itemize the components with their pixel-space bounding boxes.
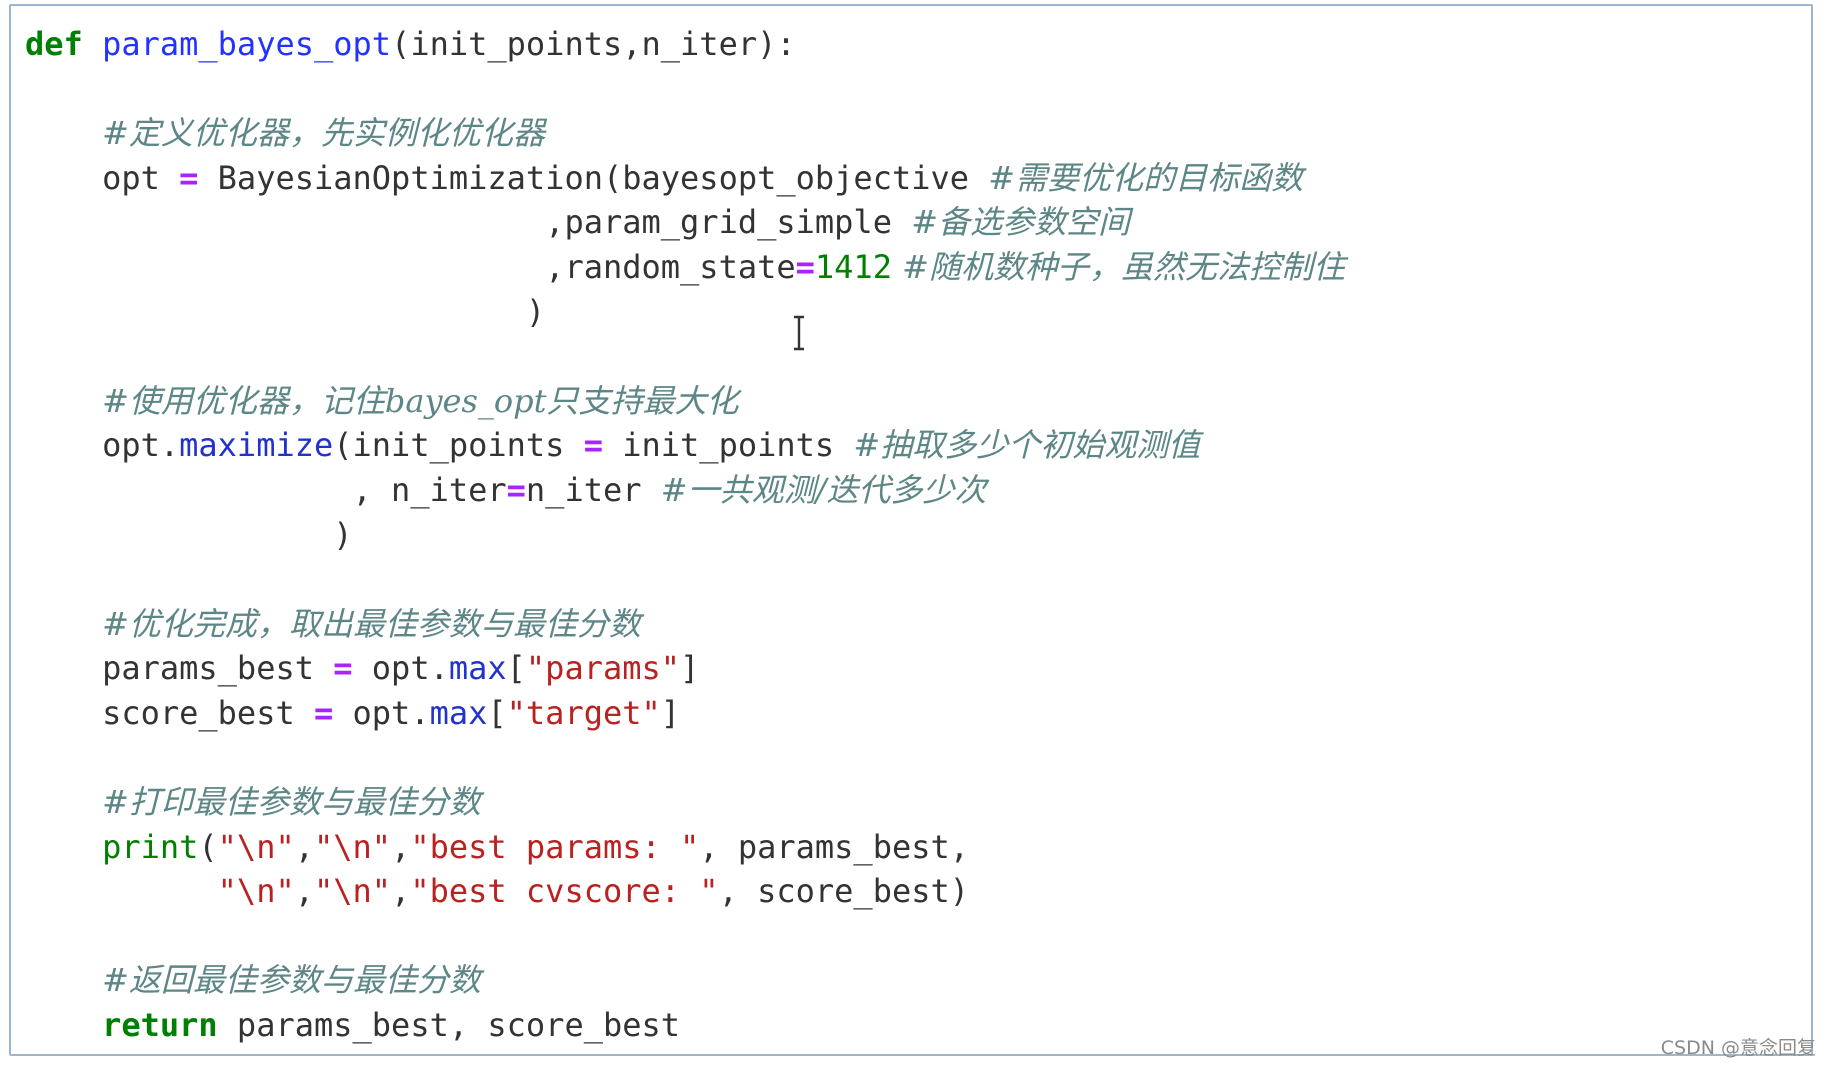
assign-operator: = (583, 426, 603, 465)
code-editor[interactable]: def param_bayes_opt(init_points,n_iter):… (25, 22, 1345, 1048)
comment-init-points: #抽取多少个初始观测值 (853, 426, 1201, 465)
comment-use-optimizer: #使用优化器，记住bayes_opt只支持最大化 (102, 381, 739, 420)
function-name: param_bayes_opt (102, 25, 392, 63)
watermark: CSDN @意念回复 (1660, 1037, 1816, 1059)
max-attribute: max (448, 649, 507, 688)
comment-return: #返回最佳参数与最佳分数 (102, 961, 481, 1000)
best-params-string: "best params: " (410, 827, 700, 866)
maximize-args: (init_points (333, 426, 584, 465)
code-line-10: opt.maximize(init_points = init_points #… (25, 423, 1345, 468)
code-line-23: return params_best, score_best (25, 1003, 1345, 1048)
code-line-18: #打印最佳参数与最佳分数 (25, 780, 1345, 825)
assign-operator: = (333, 649, 353, 688)
comma: , (294, 872, 314, 911)
maximize-method: maximize (179, 426, 334, 465)
comma: , (391, 872, 411, 911)
comment-objective: #需要优化的目标函数 (988, 158, 1304, 197)
code-line-5: ,param_grid_simple #备选参数空间 (25, 200, 1345, 245)
code-line-20: "\n","\n","best cvscore: ", score_best) (25, 869, 1345, 914)
code-line-4: opt = BayesianOptimization(bayesopt_obje… (25, 156, 1345, 201)
close-bracket: ] (660, 693, 681, 732)
code-line-12: ) (25, 513, 1345, 558)
param-grid-arg: ,param_grid_simple (545, 203, 912, 242)
newline-string: "\n" (313, 872, 392, 911)
random-state-arg: ,random_state (545, 247, 796, 286)
print-line1-tail: , params_best, (699, 827, 970, 866)
max-attribute: max (429, 693, 488, 732)
return-values: params_best, score_best (217, 1006, 681, 1045)
code-line-7: ) (25, 290, 1345, 335)
print-open-paren: ( (198, 827, 218, 866)
bayes-optimization-call: BayesianOptimization(bayesopt_objective (217, 158, 989, 197)
comment-seed: #随机数种子，虽然无法控制住 (891, 247, 1345, 286)
close-paren: ) (333, 515, 353, 554)
params-key-string: "params" (525, 649, 681, 688)
close-paren: ) (525, 292, 546, 331)
open-bracket: [ (487, 693, 507, 732)
code-line-16: score_best = opt.max["target"] (25, 691, 1345, 736)
code-line-1: def param_bayes_opt(init_points,n_iter): (25, 22, 1345, 67)
text-cursor-icon (794, 315, 804, 351)
assign-operator: = (313, 693, 334, 732)
open-bracket: [ (506, 649, 526, 688)
function-params: (init_points,n_iter): (391, 25, 796, 63)
newline-string: "\n" (217, 827, 295, 866)
code-line-22: #返回最佳参数与最佳分数 (25, 958, 1345, 1003)
comma: , (294, 827, 314, 866)
close-bracket: ] (680, 649, 700, 688)
comment-define-optimizer: #定义优化器，先实例化优化器 (102, 114, 545, 153)
newline-string: "\n" (217, 872, 295, 911)
best-cvscore-string: "best cvscore: " (410, 872, 719, 911)
params-best-var: params_best (102, 649, 334, 688)
code-line-14: #优化完成，取出最佳参数与最佳分数 (25, 602, 1345, 647)
code-line-11: , n_iter=n_iter #一共观测/迭代多少次 (25, 468, 1345, 513)
assign-operator: = (795, 247, 815, 286)
comment-param-space: #备选参数空间 (911, 203, 1131, 242)
score-best-var: score_best (102, 693, 314, 732)
opt-prefix: opt. (102, 426, 180, 465)
comment-print: #打印最佳参数与最佳分数 (102, 783, 481, 822)
n-iter-value: n_iter (525, 470, 661, 509)
print-builtin: print (102, 827, 199, 866)
return-keyword: return (102, 1006, 218, 1045)
maximize-args-value: init_points (602, 426, 854, 465)
code-line-3: #定义优化器，先实例化优化器 (25, 111, 1345, 156)
random-state-value: 1412 (814, 247, 892, 286)
target-key-string: "target" (506, 693, 661, 732)
opt-var: opt (102, 158, 160, 197)
code-cell[interactable]: def param_bayes_opt(init_points,n_iter):… (9, 4, 1813, 1056)
code-line-9: #使用优化器，记住bayes_opt只支持最大化 (25, 379, 1345, 424)
print-line2-tail: , score_best) (718, 872, 970, 911)
newline-string: "\n" (313, 827, 392, 866)
assign-operator: = (506, 470, 526, 509)
code-line-19: print("\n","\n","best params: ", params_… (25, 825, 1345, 870)
assign-operator: = (179, 158, 199, 197)
opt-ref: opt. (352, 649, 449, 688)
comment-n-iter: #一共观测/迭代多少次 (660, 470, 987, 509)
code-line-6: ,random_state=1412 #随机数种子，虽然无法控制住 (25, 245, 1345, 290)
def-keyword: def (25, 25, 83, 63)
opt-ref: opt. (333, 693, 430, 732)
comment-optimization-done: #优化完成，取出最佳参数与最佳分数 (102, 604, 641, 643)
comma: , (391, 827, 411, 866)
n-iter-arg: , n_iter (352, 470, 507, 509)
code-line-15: params_best = opt.max["params"] (25, 646, 1345, 691)
